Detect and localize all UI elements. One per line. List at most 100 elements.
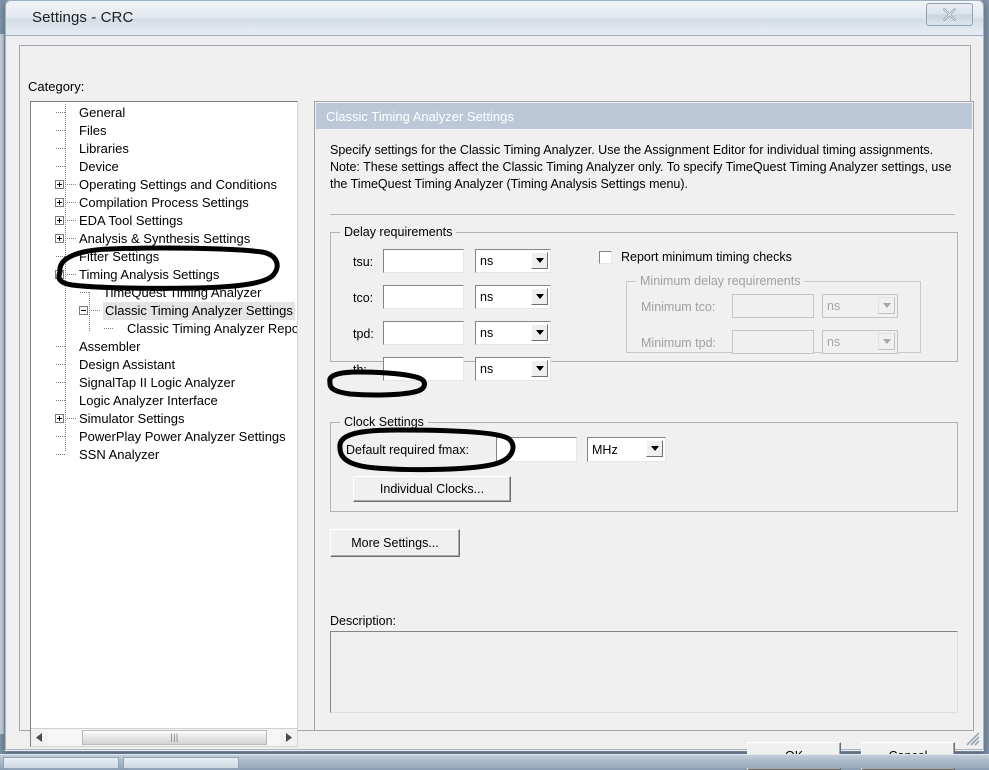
chevron-down-icon (536, 294, 544, 299)
report-minimum-timing-checks-label: Report minimum timing checks (621, 250, 792, 264)
tree-item-label: General (79, 104, 125, 122)
chevron-down-icon (536, 366, 544, 371)
tco-input[interactable] (383, 285, 464, 309)
resize-grip[interactable] (966, 732, 980, 746)
minimum-tpd-input[interactable] (732, 330, 814, 354)
tree-expand-icon[interactable] (55, 216, 64, 225)
tree-connector-stub (56, 148, 66, 149)
tree-item-label: Analysis & Synthesis Settings (79, 230, 250, 248)
tpd-unit-dropdown-button[interactable] (531, 324, 548, 341)
taskbar-button-2[interactable] (123, 757, 239, 769)
tree-collapse-icon[interactable] (55, 270, 64, 279)
tree-collapse-icon[interactable] (79, 306, 88, 315)
tco-unit-dropdown-button[interactable] (531, 288, 548, 305)
tree-item-compilation-process-settings[interactable]: Compilation Process Settings (31, 194, 297, 212)
tree-item-label: EDA Tool Settings (79, 212, 183, 230)
delay-requirements-group: Delay requirements tsu: ns tco: ns (330, 232, 958, 362)
tree-item-powerplay-power-analyzer-settings[interactable]: PowerPlay Power Analyzer Settings (31, 428, 297, 446)
tree-connector-stub (67, 418, 76, 419)
taskbar[interactable] (0, 754, 989, 768)
description-textarea[interactable] (330, 631, 958, 713)
tree-item-logic-analyzer-interface[interactable]: Logic Analyzer Interface (31, 392, 297, 410)
th-unit-dropdown-button[interactable] (531, 360, 548, 377)
tree-connector-stub (67, 274, 76, 275)
tree-item-analysis-synthesis-settings[interactable]: Analysis & Synthesis Settings (31, 230, 297, 248)
category-label: Category: (28, 79, 84, 94)
scroll-track[interactable]: ||| (48, 729, 280, 746)
tco-unit-dropdown[interactable]: ns (475, 285, 551, 309)
tpd-unit-dropdown[interactable]: ns (475, 321, 551, 345)
tree-item-label: Files (79, 122, 106, 140)
scroll-thumb[interactable]: ||| (82, 730, 267, 745)
tree-item-label: Classic Timing Analyzer Settings (103, 302, 295, 320)
tree-connector-stub (80, 292, 90, 293)
taskbar-button-1[interactable] (3, 757, 119, 769)
minimum-tco-input[interactable] (732, 294, 814, 318)
category-tree[interactable]: GeneralFilesLibrariesDeviceOperating Set… (30, 101, 298, 747)
tree-connector-stub (56, 454, 66, 455)
tree-item-files[interactable]: Files (31, 122, 297, 140)
tsu-input[interactable] (383, 249, 464, 273)
tree-connector-stub (104, 328, 114, 329)
clock-settings-title: Clock Settings (340, 415, 428, 429)
more-settings-button[interactable]: More Settings... (330, 529, 460, 557)
minimum-tpd-label: Minimum tpd: (641, 336, 716, 350)
tree-expand-icon[interactable] (55, 180, 64, 189)
fmax-unit-dropdown-button[interactable] (646, 440, 663, 457)
tree-item-label: SignalTap II Logic Analyzer (79, 374, 235, 392)
report-minimum-timing-checks-checkbox[interactable] (599, 251, 612, 264)
tree-item-general[interactable]: General (31, 104, 297, 122)
title-bar[interactable]: Settings - CRC (5, 0, 984, 36)
tpd-input[interactable] (383, 321, 464, 345)
tree-item-classic-timing-analyzer-reporting[interactable]: Classic Timing Analyzer Reporting (31, 320, 297, 338)
th-input[interactable] (383, 357, 464, 381)
tree-connector-stub (67, 184, 76, 185)
tree-item-design-assistant[interactable]: Design Assistant (31, 356, 297, 374)
tree-item-timing-analysis-settings[interactable]: Timing Analysis Settings (31, 266, 297, 284)
tree-expand-icon[interactable] (55, 234, 64, 243)
tsu-label: tsu: (353, 255, 373, 269)
tree-item-ssn-analyzer[interactable]: SSN Analyzer (31, 446, 297, 464)
tsu-unit-dropdown-button[interactable] (531, 252, 548, 269)
minimum-tco-unit-dropdown-button[interactable] (878, 297, 895, 314)
tree-horizontal-scrollbar[interactable]: ||| (31, 728, 297, 746)
chevron-down-icon (536, 258, 544, 263)
tree-item-label: Device (79, 158, 119, 176)
tree-item-eda-tool-settings[interactable]: EDA Tool Settings (31, 212, 297, 230)
tree-connector-stub (56, 346, 66, 347)
tree-item-label: Assembler (79, 338, 140, 356)
minimum-tpd-unit-dropdown-button[interactable] (878, 333, 895, 350)
tree-item-timequest-timing-analyzer[interactable]: TimeQuest Timing Analyzer (31, 284, 297, 302)
tree-item-classic-timing-analyzer-settings[interactable]: Classic Timing Analyzer Settings (31, 302, 297, 320)
fmax-unit-dropdown[interactable]: MHz (587, 437, 666, 462)
default-required-fmax-input[interactable] (496, 437, 577, 462)
scroll-left-button[interactable] (31, 729, 48, 746)
close-button[interactable] (926, 3, 973, 26)
tree-item-label: Logic Analyzer Interface (79, 392, 218, 410)
dialog-client-area: Category: GeneralFilesLibrariesDeviceOpe… (5, 36, 984, 750)
th-unit-value: ns (476, 362, 493, 376)
tree-item-device[interactable]: Device (31, 158, 297, 176)
tree-expand-icon[interactable] (55, 414, 64, 423)
tree-connector-stub (67, 202, 76, 203)
scroll-right-button[interactable] (280, 729, 297, 746)
tpd-unit-value: ns (476, 326, 493, 340)
tree-item-operating-settings-and-conditions[interactable]: Operating Settings and Conditions (31, 176, 297, 194)
tree-item-signaltap-ii-logic-analyzer[interactable]: SignalTap II Logic Analyzer (31, 374, 297, 392)
individual-clocks-button[interactable]: Individual Clocks... (353, 476, 511, 502)
tree-item-assembler[interactable]: Assembler (31, 338, 297, 356)
minimum-tco-unit-dropdown[interactable]: ns (822, 294, 898, 318)
tree-expand-icon[interactable] (55, 198, 64, 207)
tsu-unit-value: ns (476, 254, 493, 268)
tree-item-simulator-settings[interactable]: Simulator Settings (31, 410, 297, 428)
minimum-tpd-unit-value: ns (823, 335, 840, 349)
tsu-unit-dropdown[interactable]: ns (475, 249, 551, 273)
tree-item-fitter-settings[interactable]: Fitter Settings (31, 248, 297, 266)
settings-dialog-window: Settings - CRC Category: GeneralFilesLib… (4, 0, 985, 752)
minimum-tpd-unit-dropdown[interactable]: ns (822, 330, 898, 354)
th-unit-dropdown[interactable]: ns (475, 357, 551, 381)
tree-item-label: Operating Settings and Conditions (79, 176, 277, 194)
minimum-tco-label: Minimum tco: (641, 300, 715, 314)
tree-item-libraries[interactable]: Libraries (31, 140, 297, 158)
chevron-down-icon (536, 330, 544, 335)
